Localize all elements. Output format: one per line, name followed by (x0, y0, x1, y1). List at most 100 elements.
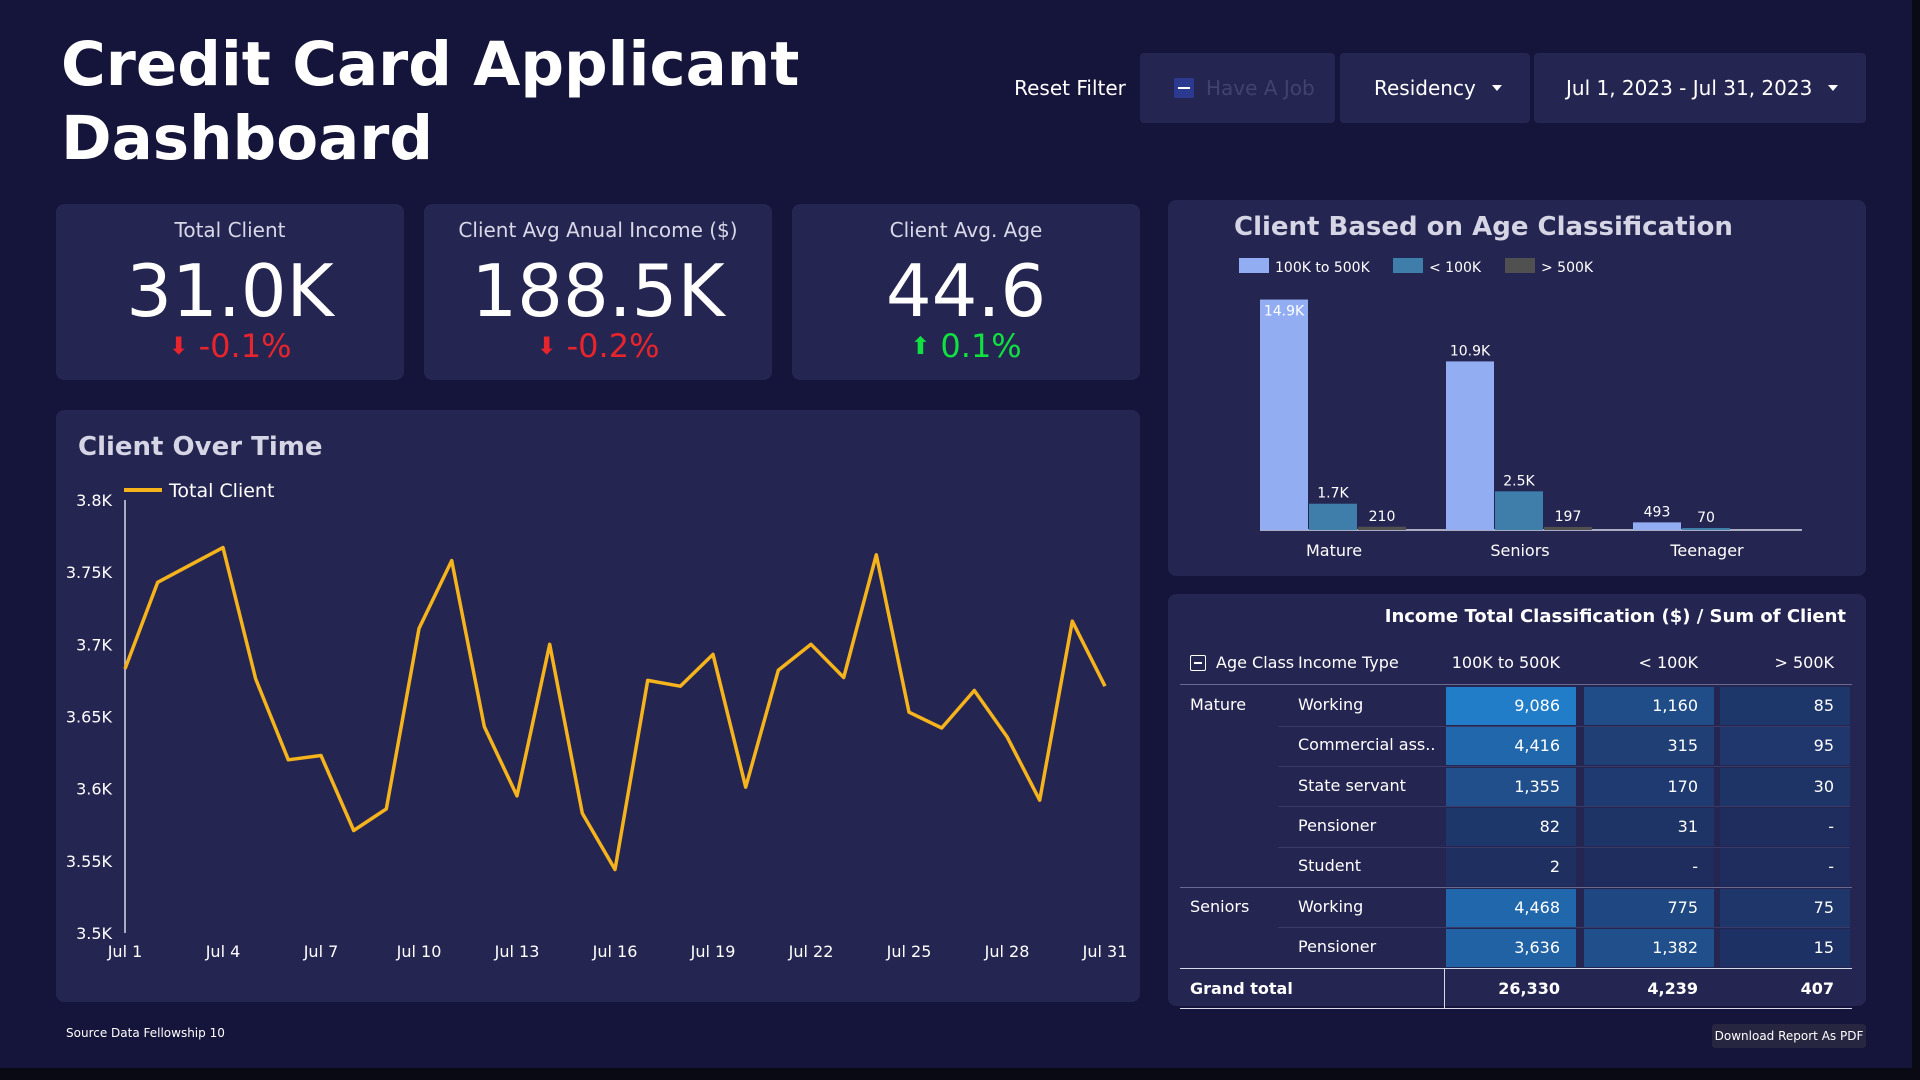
x-tick-label: Jul 25 (886, 942, 932, 961)
row-header-income-type: Pensioner (1298, 936, 1377, 956)
row-header-age-class: Mature (1190, 695, 1247, 714)
table-cell: - (1584, 848, 1714, 887)
table-cell: 315 (1584, 727, 1714, 766)
y-tick-label: 3.5K (76, 924, 112, 943)
residency-dropdown[interactable]: Residency (1340, 53, 1530, 123)
column-header: 100K to 500K (1451, 653, 1560, 672)
table-cell: 82 (1446, 807, 1576, 846)
series-line-total-client (123, 545, 1107, 872)
date-range-label: Jul 1, 2023 - Jul 31, 2023 (1566, 76, 1813, 100)
bar-data-label: 1.7K (1317, 486, 1349, 502)
kpi-change: ⬆ 0.1% (792, 326, 1140, 366)
age-classification-card: Client Based on Age Classification 100K … (1168, 200, 1866, 576)
row-header-income-type: Pensioner (1298, 815, 1377, 835)
table-cell: 75 (1720, 888, 1850, 927)
table-cell: 9,086 (1446, 687, 1576, 725)
grand-total-value: 4,239 (1647, 979, 1698, 999)
kpi-change: ⬇ -0.2% (424, 326, 772, 366)
arrow-up-icon: ⬆ (910, 332, 931, 360)
bar (1358, 526, 1406, 530)
bar-data-label: 70 (1697, 510, 1715, 526)
table-cell: 4,416 (1446, 727, 1576, 766)
grand-total-value: 26,330 (1498, 979, 1560, 999)
source-note: Source Data Fellowship 10 (66, 1026, 225, 1040)
collapse-icon[interactable] (1190, 655, 1206, 671)
kpi-label: Client Avg Anual Income ($) (458, 218, 738, 242)
table-divider (1180, 1008, 1852, 1010)
kpi-label: Client Avg. Age (889, 218, 1043, 242)
legend-swatch (1239, 258, 1269, 273)
kpi-card-avg-age: Client Avg. Age 44.6 ⬆ 0.1% (792, 204, 1140, 380)
table-cell: 95 (1720, 727, 1850, 766)
table-cell: 31 (1584, 807, 1714, 846)
bar (1260, 299, 1308, 530)
table-divider (1180, 684, 1852, 685)
column-header: < 100K (1638, 653, 1698, 672)
bar-chart: 100K to 500K < 100K > 500K 14.9K 1.7K 210 Matu… (1239, 258, 1802, 560)
line-chart: Total Client 3.5K 3.55K 3.6K 3.65K 3.7K 3.75K 3… (66, 480, 1128, 961)
table-divider (1180, 968, 1852, 970)
reset-filter-button[interactable]: Reset Filter (1005, 53, 1135, 123)
bar (1633, 522, 1681, 530)
table-cell: 170 (1584, 767, 1714, 806)
bar (1544, 526, 1592, 530)
table-cell: 1,382 (1584, 928, 1714, 967)
download-pdf-button[interactable]: Download Report As PDF (1712, 1024, 1866, 1048)
window-edge (1912, 0, 1920, 1080)
row-header-income-type: Commercial ass... (1298, 735, 1436, 755)
bar-data-label: 493 (1644, 504, 1671, 520)
legend-label-total-client: Total Client (168, 480, 274, 502)
table-cell: - (1720, 848, 1850, 887)
kpi-value: 31.0K (126, 249, 334, 333)
table-cell: 1,160 (1584, 687, 1714, 725)
row-header-income-type: Working (1298, 695, 1364, 714)
category-label: Mature (1306, 541, 1362, 560)
x-tick-label: Jul 10 (396, 942, 442, 961)
pivot-table: Age Class Income Type 100K to 500K < 100K > … (1168, 638, 1866, 1010)
chevron-down-icon (1492, 85, 1502, 91)
header-income-type: Income Type (1298, 653, 1399, 672)
y-tick-label: 3.7K (76, 635, 112, 654)
legend-label: < 100K (1429, 260, 1482, 276)
job-checkbox[interactable] (1174, 78, 1194, 98)
kpi-change-value: -0.2% (566, 327, 660, 365)
bar (1309, 503, 1357, 530)
legend-label: 100K to 500K (1275, 260, 1371, 276)
table-cell: 775 (1584, 888, 1714, 927)
row-header-age-class: Seniors (1190, 896, 1250, 916)
grand-total-value: 407 (1800, 979, 1834, 999)
table-divider (1180, 887, 1852, 888)
bar (1495, 491, 1543, 530)
x-tick-label: Jul 31 (1082, 942, 1128, 961)
row-header-income-type: Working (1298, 896, 1364, 916)
table-cell: 4,468 (1446, 888, 1576, 927)
chevron-down-icon (1828, 85, 1838, 91)
grand-total-label: Grand total (1190, 979, 1293, 999)
residency-label: Residency (1374, 76, 1476, 100)
arrow-down-icon: ⬇ (536, 332, 557, 360)
table-title: Income Total Classification ($) / Sum of… (1384, 606, 1846, 627)
table-cell: 85 (1720, 687, 1850, 725)
x-tick-label: Jul 28 (984, 942, 1030, 961)
table-divider (1444, 968, 1445, 1009)
client-over-time-card: Client Over Time Total Client 3.5K 3.55K 3.… (56, 410, 1140, 1002)
row-header-income-type: Student (1298, 856, 1361, 876)
x-tick-label: Jul 19 (690, 942, 736, 961)
bar (1682, 528, 1730, 530)
date-range-dropdown[interactable]: Jul 1, 2023 - Jul 31, 2023 (1534, 53, 1866, 123)
category-label: Teenager (1669, 541, 1744, 560)
y-tick-label: 3.55K (66, 852, 113, 871)
y-tick-label: 3.8K (76, 491, 112, 510)
table-cell: 1,355 (1446, 767, 1576, 806)
column-header: > 500K (1774, 653, 1834, 672)
kpi-card-total-client: Total Client 31.0K ⬇ -0.1% (56, 204, 404, 380)
kpi-value: 188.5K (471, 249, 725, 333)
x-tick-label: Jul 1 (107, 942, 143, 961)
x-tick-label: Jul 7 (303, 942, 339, 961)
legend-label: > 500K (1541, 260, 1594, 276)
have-a-job-filter[interactable]: Have A Job (1140, 53, 1335, 123)
y-tick-label: 3.6K (76, 780, 112, 799)
table-cell: 15 (1720, 928, 1850, 967)
kpi-card-avg-income: Client Avg Anual Income ($) 188.5K ⬇ -0.2… (424, 204, 772, 380)
bar-data-label: 10.9K (1450, 343, 1491, 359)
